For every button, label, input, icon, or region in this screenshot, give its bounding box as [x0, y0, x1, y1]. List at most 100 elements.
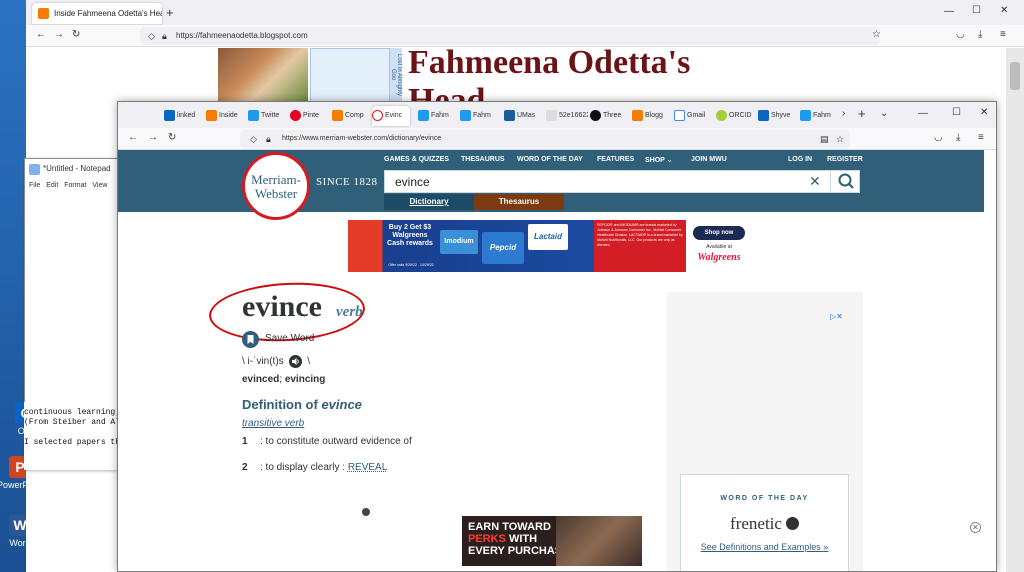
- tab-label: Gmail: [687, 112, 706, 119]
- perks-ad[interactable]: EARN TOWARD PERKS WITH EVERY PURCHASE: [462, 516, 642, 566]
- download-icon[interactable]: ⤓: [956, 132, 960, 143]
- synonym-link-reveal[interactable]: REVEAL: [348, 462, 387, 473]
- bookmark-star-icon[interactable]: ☆: [872, 29, 881, 40]
- tab-linkedin[interactable]: linked: [164, 106, 202, 126]
- bg-scrollbar[interactable]: [1006, 48, 1024, 572]
- adchoices-icon[interactable]: ▷✕: [830, 312, 843, 321]
- register-link[interactable]: REGISTER: [827, 156, 863, 163]
- tab-three[interactable]: Three: [590, 106, 628, 126]
- blogger-icon: [38, 8, 49, 19]
- tab-evince-active[interactable]: Evinc: [372, 106, 410, 126]
- bg-url-input[interactable]: ◇ 🔒︎ https://fahmeenaodetta.blogspot.com: [140, 27, 880, 45]
- reader-view-icon[interactable]: ▤: [820, 130, 829, 148]
- blogger-icon: [632, 110, 643, 121]
- menu-edit[interactable]: Edit: [46, 182, 58, 189]
- bg-scrollbar-thumb[interactable]: [1010, 62, 1020, 90]
- save-word-button[interactable]: Save Word: [265, 333, 314, 344]
- bookmark-icon[interactable]: [242, 331, 259, 348]
- download-icon[interactable]: ⤓: [978, 29, 982, 40]
- bg-tab-bar: Inside Fahmeena Odetta's Head + — ☐ ✕: [26, 0, 1024, 25]
- definition-heading: Definition of evince: [242, 397, 362, 412]
- tab-blogger[interactable]: Blogg: [632, 106, 670, 126]
- reload-icon[interactable]: ↻: [72, 29, 80, 40]
- close-ad-icon[interactable]: ✕: [970, 522, 981, 533]
- pocket-icon[interactable]: ◡: [956, 29, 965, 40]
- tab-orcid[interactable]: ORCID: [716, 106, 756, 126]
- forward-icon[interactable]: →: [54, 29, 64, 40]
- close-icon[interactable]: ✕: [980, 107, 988, 118]
- shop-now-button[interactable]: Shop now: [693, 226, 745, 240]
- nav-games-quizzes[interactable]: GAMES & QUIZZES: [384, 156, 449, 163]
- wotd-heading: WORD OF THE DAY: [720, 495, 809, 502]
- forward-icon[interactable]: →: [148, 132, 158, 143]
- login-link[interactable]: LOG IN: [788, 156, 812, 163]
- fg-scrollbar[interactable]: [984, 150, 996, 571]
- wotd-link[interactable]: See Definitions and Examples »: [681, 542, 848, 552]
- menu-icon[interactable]: ≡: [1000, 29, 1006, 40]
- tab-52e16622[interactable]: 52e16622: [546, 106, 588, 126]
- back-icon[interactable]: ←: [128, 132, 138, 143]
- menu-icon[interactable]: ≡: [978, 132, 984, 143]
- reload-icon[interactable]: ↻: [168, 132, 176, 143]
- tab-dictionary[interactable]: Dictionary: [384, 194, 474, 210]
- tab-scroll-right-icon[interactable]: ›: [842, 108, 845, 119]
- tab-umass[interactable]: UMas: [504, 106, 542, 126]
- mw-since: SINCE 1828: [316, 176, 378, 188]
- carousel-dot[interactable]: [362, 508, 370, 516]
- merriam-webster-logo[interactable]: Merriam- Webster: [242, 152, 310, 220]
- notepad-titlebar[interactable]: *Untitled - Notepad: [25, 159, 121, 179]
- transitive-verb-label[interactable]: transitive verb: [242, 418, 304, 429]
- tab-gmail[interactable]: Gmail: [674, 106, 712, 126]
- tab-thesaurus[interactable]: Thesaurus: [474, 194, 564, 210]
- foreground-browser-window[interactable]: linked Inside Twitte Pinte Comp Evinc Fa…: [117, 101, 997, 572]
- tab-fahm-2[interactable]: Fahm: [460, 106, 498, 126]
- new-tab-icon[interactable]: +: [858, 106, 866, 121]
- maximize-icon[interactable]: ☐: [952, 107, 961, 118]
- nav-word-of-the-day[interactable]: WORD OF THE DAY: [517, 156, 583, 163]
- ad-brand-pepcid: Pepcid: [482, 232, 524, 264]
- menu-format[interactable]: Format: [64, 182, 86, 189]
- nav-shop[interactable]: SHOP ⌄: [645, 156, 673, 164]
- word-of-the-day-card[interactable]: WORD OF THE DAY frenetic See Definitions…: [680, 474, 849, 571]
- fg-url-input[interactable]: ◇ 🔒︎ https://www.merriam-webster.com/dic…: [240, 130, 850, 148]
- fg-url-text: https://www.merriam-webster.com/dictiona…: [282, 135, 442, 142]
- bookmark-star-icon[interactable]: ☆: [836, 130, 844, 148]
- minimize-icon[interactable]: —: [918, 108, 928, 119]
- pocket-icon[interactable]: ◡: [934, 132, 943, 143]
- nav-join-mwu[interactable]: JOIN MWU: [691, 156, 727, 163]
- back-icon[interactable]: ←: [36, 29, 46, 40]
- speaker-icon[interactable]: [785, 517, 799, 530]
- bg-tab-blog[interactable]: Inside Fahmeena Odetta's Head: [32, 3, 162, 24]
- definition-heading-word: evince: [321, 397, 362, 412]
- menu-file[interactable]: File: [29, 182, 40, 189]
- minimize-icon[interactable]: —: [944, 6, 954, 17]
- tab-list-icon[interactable]: ⌄: [880, 108, 888, 119]
- logo-line1: Merriam-: [251, 172, 301, 187]
- walgreens-ad[interactable]: Buy 2 Get $3 Walgreens Cash rewards Offe…: [348, 220, 752, 272]
- speaker-icon[interactable]: [289, 355, 302, 368]
- clear-search-icon[interactable]: ✕: [809, 173, 821, 190]
- maximize-icon[interactable]: ☐: [972, 5, 981, 16]
- menu-view[interactable]: View: [92, 182, 107, 189]
- twitter-icon: [460, 110, 471, 121]
- tab-shyve[interactable]: Shyve: [758, 106, 796, 126]
- tab-fahm-3[interactable]: Fahm: [800, 106, 838, 126]
- nav-features[interactable]: FEATURES: [597, 156, 634, 163]
- sense-text: : to constitute outward evidence of: [260, 436, 412, 447]
- tab-fahm-1[interactable]: Fahm: [418, 106, 456, 126]
- search-button[interactable]: [830, 170, 860, 193]
- lock-icon: 🔒︎: [266, 134, 271, 144]
- tab-comp[interactable]: Comp: [332, 106, 370, 126]
- search-input[interactable]: evince ✕: [384, 170, 860, 193]
- tab-twitter[interactable]: Twitte: [248, 106, 286, 126]
- perks-ad-image: [556, 516, 642, 566]
- new-tab-icon[interactable]: +: [166, 5, 174, 20]
- nav-thesaurus[interactable]: THESAURUS: [461, 156, 505, 163]
- tab-label: Fahm: [813, 112, 831, 119]
- notepad-visible-text[interactable]: continuous learning; (From Steiber and A…: [24, 402, 120, 470]
- tab-label: UMas: [517, 112, 536, 119]
- tab-pinterest[interactable]: Pinte: [290, 106, 328, 126]
- tab-inside[interactable]: Inside: [206, 106, 244, 126]
- blog-vertical-text: Lost in Almighty Goo: [390, 48, 402, 102]
- close-icon[interactable]: ✕: [1000, 5, 1008, 16]
